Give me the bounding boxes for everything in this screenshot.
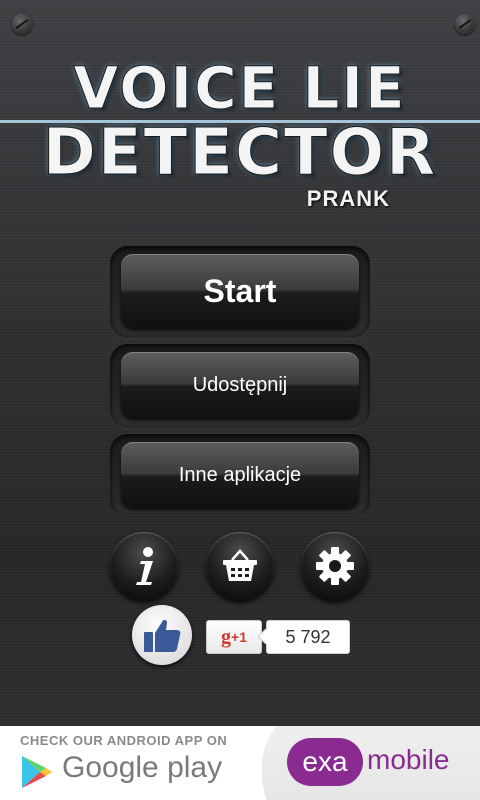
- google-play-label: Google play: [62, 751, 223, 784]
- ad-banner[interactable]: CHECK OUR ANDROID APP ON Google play exa…: [0, 726, 480, 800]
- title-line-2: DETECTOR: [42, 116, 438, 191]
- title-line-1: VOICE LIE: [73, 54, 407, 123]
- google-play-icon: [22, 756, 52, 788]
- subtitle-prank: PRANK: [306, 186, 390, 211]
- basket-icon: [223, 549, 257, 581]
- info-icon: [136, 547, 153, 585]
- share-button[interactable]: Udostępnij: [121, 352, 359, 418]
- google-plus-one-button[interactable]: g +1: [206, 620, 262, 654]
- gplus-g-label: g: [221, 625, 232, 648]
- exa-logo-mobile: mobile: [367, 744, 450, 775]
- gplus-count-bubble: 5 792: [266, 620, 350, 654]
- other-apps-button[interactable]: Inne aplikacje: [121, 442, 359, 508]
- app-logo: VOICE LIE DETECTOR PRANK: [0, 40, 480, 220]
- screw-top-right: [455, 14, 475, 34]
- screw-top-left: [12, 14, 32, 34]
- ad-caption: CHECK OUR ANDROID APP ON: [20, 733, 228, 748]
- other-apps-button-frame: Inne aplikacje: [110, 434, 370, 518]
- start-button-frame: Start: [110, 246, 370, 338]
- start-button[interactable]: Start: [121, 254, 359, 328]
- share-button-frame: Udostępnij: [110, 344, 370, 428]
- settings-button[interactable]: [301, 532, 369, 600]
- thumbs-up-icon: [144, 619, 181, 652]
- exa-logo-pill: exa: [287, 738, 363, 786]
- facebook-like-button[interactable]: [132, 605, 192, 665]
- gear-icon: [316, 547, 354, 585]
- info-button[interactable]: [110, 532, 178, 600]
- gplus-plus-one-label: +1: [231, 629, 247, 645]
- shop-button[interactable]: [206, 532, 274, 600]
